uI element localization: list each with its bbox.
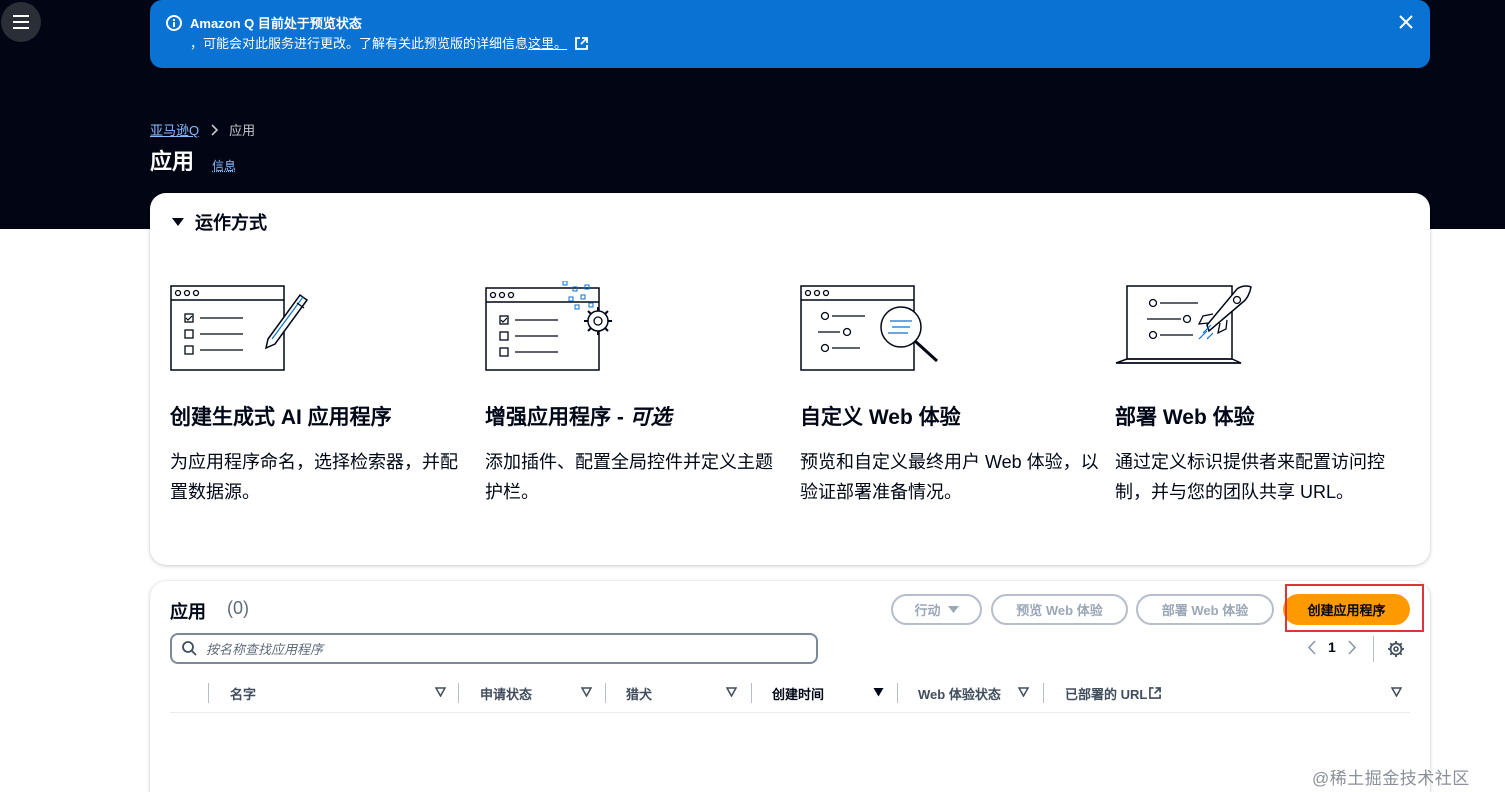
step-title: 增强应用程序 - 可选 bbox=[485, 406, 672, 429]
sort-icon bbox=[581, 687, 592, 697]
column-header-created[interactable]: 创建时间 bbox=[772, 677, 897, 709]
form-pencil-illustration bbox=[170, 285, 309, 371]
search-placeholder: 按名称查找应用程序 bbox=[206, 642, 324, 657]
deploy-web-experience-button[interactable]: 部署 Web 体验 bbox=[1136, 594, 1274, 625]
step-title: 自定义 Web 体验 bbox=[800, 406, 961, 429]
table-header: 名字 申请状态 猎犬 创建时间 Web 体验状态 已部署的 URL bbox=[170, 677, 1410, 713]
sort-icon bbox=[1391, 687, 1402, 697]
form-gear-illustration bbox=[485, 281, 612, 371]
page-title: 应用 bbox=[150, 149, 195, 174]
breadcrumb: 亚马逊Q 应用 bbox=[150, 120, 255, 139]
column-header-status[interactable]: 申请状态 bbox=[480, 677, 605, 709]
step-title: 创建生成式 AI 应用程序 bbox=[170, 406, 392, 429]
column-divider bbox=[1043, 683, 1044, 703]
browser-magnifier-illustration bbox=[800, 285, 939, 371]
sort-icon bbox=[726, 687, 737, 697]
sort-descending-icon bbox=[873, 687, 884, 697]
column-divider bbox=[605, 683, 606, 703]
chevron-left-icon[interactable] bbox=[1307, 639, 1316, 655]
breadcrumb-root-link[interactable]: 亚马逊Q bbox=[150, 120, 199, 139]
table-title: 应用 bbox=[170, 602, 206, 622]
watermark: @稀土掘金技术社区 bbox=[1312, 769, 1470, 788]
table-count: (0) bbox=[227, 598, 249, 618]
preview-flash-banner: Amazon Q 目前处于预览状态 ，可能会对此服务进行更改。了解有关此预览版的… bbox=[150, 0, 1430, 68]
close-icon[interactable] bbox=[1398, 14, 1414, 30]
hamburger-icon bbox=[13, 15, 29, 29]
preview-web-experience-button[interactable]: 预览 Web 体验 bbox=[991, 594, 1128, 625]
page-number[interactable]: 1 bbox=[1328, 639, 1336, 655]
column-header-retriever[interactable]: 猎犬 bbox=[626, 677, 751, 709]
column-divider bbox=[458, 683, 459, 703]
annotation-highlight-box bbox=[1285, 584, 1424, 632]
external-link-icon bbox=[574, 37, 588, 50]
column-header-deployed-url[interactable]: 已部署的 URL bbox=[1065, 677, 1410, 709]
search-input[interactable]: 按名称查找应用程序 bbox=[170, 633, 818, 664]
search-icon bbox=[182, 641, 197, 656]
how-it-works-toggle[interactable]: 运作方式 bbox=[171, 209, 267, 235]
column-header-web-status[interactable]: Web 体验状态 bbox=[918, 677, 1043, 709]
flash-body-text: ，可能会对此服务进行更改。了解有关此预览版的详细信息 bbox=[190, 36, 529, 51]
breadcrumb-current: 应用 bbox=[229, 123, 256, 138]
external-link-icon bbox=[1149, 687, 1162, 699]
how-it-works-heading: 运作方式 bbox=[195, 213, 267, 233]
actions-label: 行动 bbox=[914, 603, 941, 618]
step-description: 为应用程序命名，选择检索器，并配置数据源。 bbox=[170, 452, 458, 502]
sort-icon bbox=[435, 687, 446, 697]
flash-body: ，可能会对此服务进行更改。了解有关此预览版的详细信息这里。 bbox=[190, 35, 588, 53]
applications-table-container: 应用 (0) 行动 预览 Web 体验 部署 Web 体验 创建应用程序 按名称… bbox=[150, 581, 1430, 792]
menu-button[interactable] bbox=[1, 2, 41, 42]
step-title: 部署 Web 体验 bbox=[1115, 406, 1255, 429]
flash-title: Amazon Q 目前处于预览状态 bbox=[190, 16, 362, 31]
info-icon bbox=[166, 15, 182, 31]
actions-dropdown-button[interactable]: 行动 bbox=[891, 594, 982, 625]
how-it-works-container: 运作方式 创建生成式 AI 应用程序 为应用程序命名，选择检索器，并配置数据源。 bbox=[150, 193, 1430, 565]
info-link[interactable]: 信息 bbox=[212, 157, 236, 174]
column-header-name[interactable]: 名字 bbox=[230, 677, 450, 709]
chevron-right-icon[interactable] bbox=[1348, 639, 1357, 655]
pagination: 1 bbox=[1307, 639, 1357, 655]
pager-divider bbox=[1373, 636, 1374, 662]
chevron-right-icon bbox=[211, 123, 219, 136]
column-divider bbox=[897, 683, 898, 703]
step-description: 添加插件、配置全局控件并定义主题护栏。 bbox=[485, 452, 773, 502]
caret-down-icon bbox=[947, 605, 959, 614]
sort-icon bbox=[1018, 687, 1029, 697]
caret-down-icon bbox=[171, 217, 185, 227]
column-divider bbox=[751, 683, 752, 703]
flash-learn-more-link[interactable]: 这里。 bbox=[528, 36, 567, 51]
step-description: 预览和自定义最终用户 Web 体验，以验证部署准备情况。 bbox=[800, 452, 1099, 502]
laptop-rocket-illustration bbox=[1115, 285, 1252, 364]
gear-icon[interactable] bbox=[1387, 640, 1405, 658]
step-description: 通过定义标识提供者来配置访问控制，并与您的团队共享 URL。 bbox=[1115, 452, 1385, 502]
column-divider bbox=[208, 683, 209, 703]
